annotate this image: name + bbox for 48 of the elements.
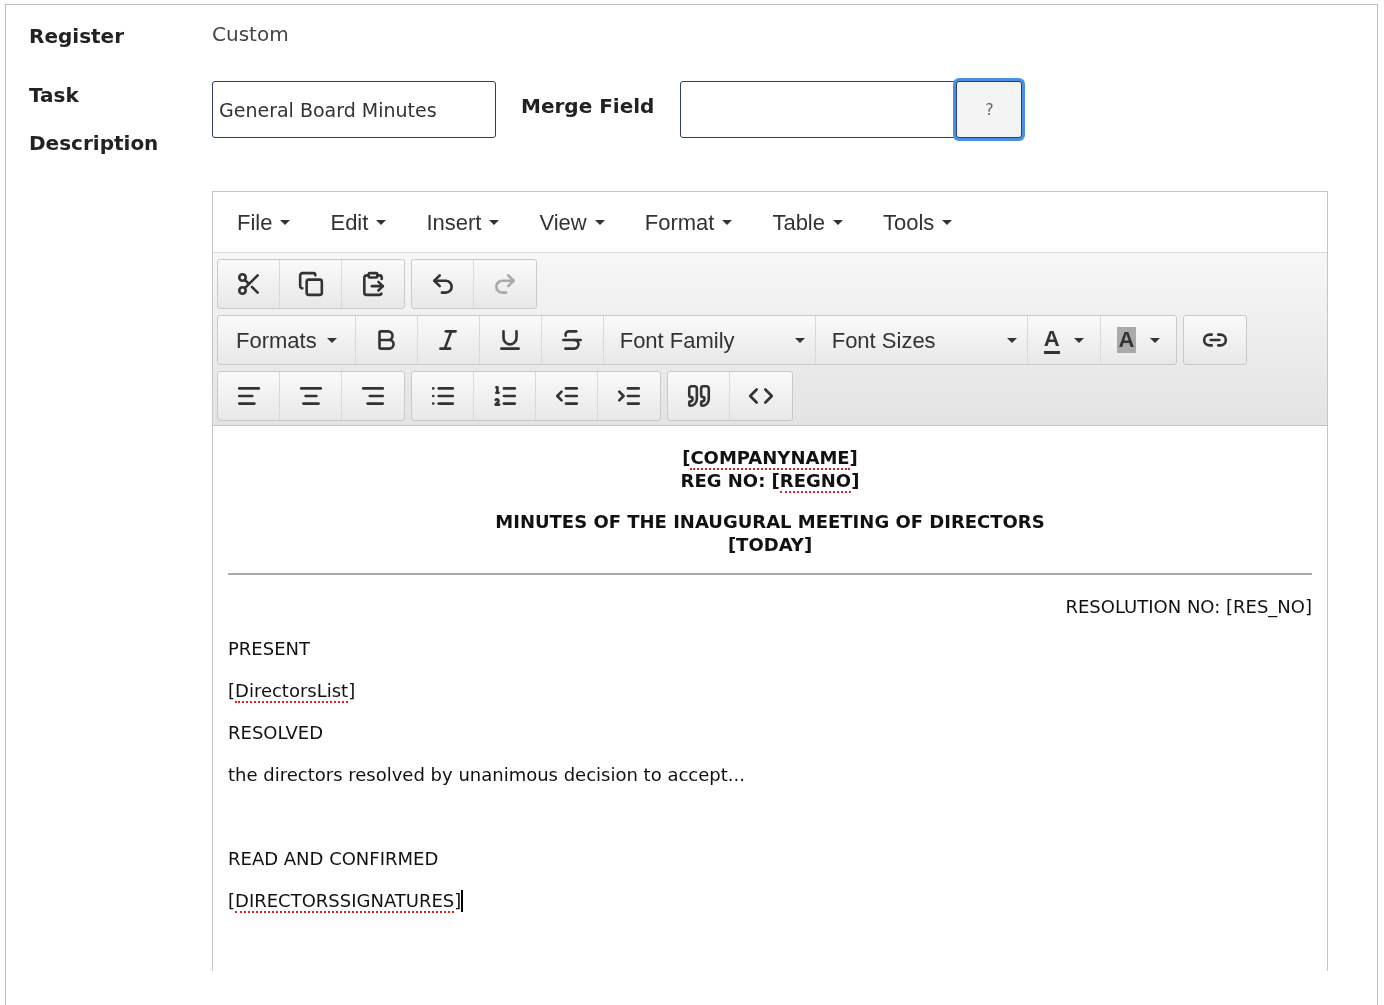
merge-field-label: Merge Field: [521, 93, 655, 120]
menu-item[interactable]: View: [539, 205, 605, 239]
numbered-list-icon: [491, 383, 518, 409]
quote-icon: [685, 383, 712, 409]
caret-icon: [326, 337, 337, 343]
document-title: MINUTES OF THE INAUGURAL MEETING OF DIRECTORS: [495, 510, 1045, 533]
copy-icon: [297, 271, 324, 297]
document-paragraph: [DIRECTORSSIGNATURES]: [228, 889, 462, 913]
caret-icon: [1150, 337, 1161, 343]
formats-dropdown[interactable]: Formats: [218, 316, 356, 364]
redo-icon: [492, 271, 518, 297]
font-dropdown[interactable]: Font Sizes: [815, 316, 1028, 364]
document-heading: REG NO: [REGNO]: [680, 469, 860, 492]
task-description-label: Task Description: [29, 82, 160, 157]
menu-item[interactable]: Format: [644, 205, 733, 239]
register-label: Register: [29, 23, 126, 50]
text-color-button[interactable]: A: [1027, 316, 1101, 364]
menu-item[interactable]: Table: [772, 205, 843, 239]
caret-icon: [376, 219, 387, 225]
caret-icon: [942, 219, 953, 225]
caret-icon: [594, 219, 605, 225]
caret-icon: [833, 219, 843, 225]
document-paragraph: [DirectorsList]: [228, 679, 356, 703]
register-value: Custom: [212, 21, 289, 48]
menu-item[interactable]: Insert: [426, 205, 500, 239]
caret-icon: [794, 337, 805, 343]
caret-icon: [1006, 337, 1017, 343]
clipboard-icon: [360, 271, 386, 297]
highlight-color-button[interactable]: A: [1100, 316, 1177, 364]
caret-icon: [722, 219, 733, 225]
document-paragraph: the directors resolved by unanimous decision to accept...: [228, 763, 745, 787]
scissors-icon: [235, 271, 262, 297]
menu-item[interactable]: Edit: [330, 205, 387, 239]
resolution-number: RESOLUTION NO: [RES_NO]: [1065, 595, 1312, 619]
caret-icon: [280, 219, 291, 225]
menu-item[interactable]: Tools: [883, 205, 953, 239]
caret-icon: [489, 219, 500, 225]
document-paragraph: RESOLVED: [228, 721, 324, 745]
document-paragraph: READ AND CONFIRMED: [228, 847, 439, 871]
menu-item[interactable]: File: [237, 205, 291, 239]
document-heading: [TODAY]: [727, 533, 813, 556]
document-heading: [COMPANYNAME]: [682, 446, 858, 469]
caret-icon: [1073, 337, 1084, 343]
help-button[interactable]: ?: [956, 81, 1023, 138]
document-paragraph: PRESENT: [228, 637, 310, 661]
merge-field-input[interactable]: [680, 81, 957, 138]
task-description-field[interactable]: General Board Minutes: [212, 81, 496, 138]
font-dropdown[interactable]: Font Family: [603, 316, 816, 364]
